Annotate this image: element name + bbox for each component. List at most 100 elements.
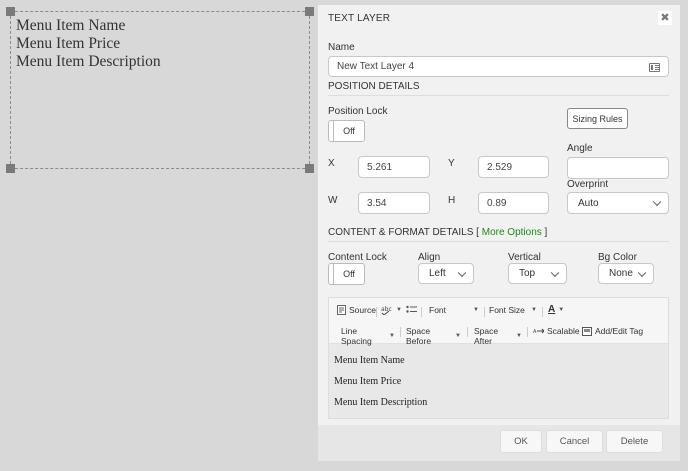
name-input[interactable]: New Text Layer 4 <box>328 56 669 77</box>
x-input[interactable]: 5.261 <box>358 156 430 178</box>
list-icon[interactable] <box>649 63 660 72</box>
w-input[interactable]: 3.54 <box>358 192 430 214</box>
align-value: Left <box>429 268 446 279</box>
content-section-title: CONTENT & FORMAT DETAILS [ <box>328 227 482 238</box>
vertical-value: Top <box>519 268 536 279</box>
chevron-down-icon <box>637 268 647 277</box>
angle-input[interactable] <box>567 157 669 179</box>
bgcolor-label: Bg Color <box>598 252 637 263</box>
space-before-select[interactable]: Space Before ▼ <box>406 326 461 346</box>
divider <box>328 241 669 242</box>
close-icon[interactable]: ✖ <box>658 11 672 25</box>
cancel-button[interactable]: Cancel <box>546 430 603 453</box>
divider <box>421 307 422 317</box>
add-edit-tag-label: Add/Edit Tag <box>595 326 644 336</box>
position-lock-toggle[interactable]: Off <box>328 120 365 142</box>
chevron-down-icon: ▼ <box>396 307 402 313</box>
tag-icon <box>582 326 592 336</box>
canvas-text-content: Menu Item Name Menu Item Price Menu Item… <box>16 17 161 71</box>
font-size-select[interactable]: Font Size ▼ <box>489 305 537 315</box>
scale-icon: A <box>533 328 544 335</box>
angle-label: Angle <box>567 143 593 154</box>
line-spacing-select[interactable]: Line Spacing ▼ <box>341 326 395 346</box>
chevron-down-icon: ▼ <box>558 306 565 313</box>
ok-button[interactable]: OK <box>500 430 542 453</box>
canvas-line-price: Menu Item Price <box>16 35 121 52</box>
spellcheck-icon: abc <box>381 306 392 315</box>
w-label: W <box>328 195 338 206</box>
scalable-label: Scalable <box>547 326 580 336</box>
chevron-down-icon: ▼ <box>455 333 461 339</box>
font-color-button[interactable]: A ▼ <box>548 304 564 315</box>
chevron-down-icon: ▼ <box>389 333 395 339</box>
scalable-button[interactable]: A Scalable <box>533 326 580 336</box>
name-label: Name <box>328 42 355 53</box>
resize-handle-top-left[interactable] <box>6 7 15 16</box>
text-layer-panel: TEXT LAYER ✖ Name New Text Layer 4 POSIT… <box>318 5 680 461</box>
space-after-label: Space After <box>474 326 499 346</box>
editor-line-price: Menu Item Price <box>334 376 402 387</box>
font-select[interactable]: Font ▼ <box>429 305 479 315</box>
delete-button[interactable]: Delete <box>606 430 663 453</box>
divider <box>400 327 401 337</box>
overprint-select[interactable]: Auto <box>567 192 669 214</box>
space-after-select[interactable]: Space After ▼ <box>474 326 522 346</box>
panel-footer: OK Cancel Delete <box>318 425 680 461</box>
svg-text:abc: abc <box>381 306 392 313</box>
divider <box>467 327 468 337</box>
editor-line-description: Menu Item Description <box>334 397 428 408</box>
h-label: H <box>448 195 456 206</box>
overprint-value: Auto <box>578 197 599 209</box>
vertical-select[interactable]: Top <box>508 263 567 284</box>
h-input[interactable]: 0.89 <box>478 192 549 214</box>
divider <box>542 307 543 317</box>
resize-handle-bottom-left[interactable] <box>6 164 15 173</box>
line-spacing-label: Line Spacing <box>341 326 372 346</box>
chevron-down-icon <box>652 197 662 207</box>
editor-toolbar: Source abc ▼ Font ▼ Font Size ▼ A ▼ Line… <box>329 298 668 346</box>
source-icon <box>337 305 346 315</box>
svg-text:A: A <box>533 329 537 335</box>
content-lock-toggle[interactable]: Off <box>328 263 365 285</box>
divider <box>527 327 528 337</box>
editor-line-name: Menu Item Name <box>334 355 405 366</box>
sizing-rules-button[interactable]: Sizing Rules <box>567 108 628 129</box>
vertical-label: Vertical <box>508 252 541 263</box>
chevron-down-icon: ▼ <box>516 333 522 339</box>
rich-text-editor: Source abc ▼ Font ▼ Font Size ▼ A ▼ Line… <box>328 297 669 419</box>
resize-handle-bottom-right[interactable] <box>305 164 314 173</box>
divider <box>376 307 377 317</box>
bgcolor-select[interactable]: None <box>598 263 654 284</box>
divider <box>328 95 669 96</box>
canvas-line-description: Menu Item Description <box>16 53 161 70</box>
content-lock-state: Off <box>343 269 355 279</box>
font-size-label: Font Size <box>489 305 525 315</box>
content-section-bracket: ] <box>541 227 548 238</box>
add-edit-tag-button[interactable]: Add/Edit Tag <box>582 326 643 336</box>
overprint-label: Overprint <box>567 179 609 190</box>
y-label: Y <box>448 158 455 169</box>
resize-handle-top-right[interactable] <box>305 7 314 16</box>
content-lock-label: Content Lock <box>328 252 387 263</box>
align-select[interactable]: Left <box>418 263 474 284</box>
divider <box>484 307 485 317</box>
position-lock-state: Off <box>343 126 355 136</box>
bulleted-list-icon <box>406 305 417 313</box>
panel-title: TEXT LAYER <box>328 13 391 24</box>
position-lock-label: Position Lock <box>328 106 388 117</box>
canvas-line-name: Menu Item Name <box>16 17 126 34</box>
spellcheck-button[interactable]: abc ▼ <box>381 305 402 315</box>
list-button[interactable] <box>406 305 417 314</box>
chevron-down-icon <box>457 268 467 277</box>
source-label: Source <box>349 305 376 315</box>
editor-content[interactable]: Menu Item Name Menu Item Price Menu Item… <box>334 350 427 413</box>
chevron-down-icon: ▼ <box>531 307 537 313</box>
y-input[interactable]: 2.529 <box>478 156 549 178</box>
chevron-down-icon: ▼ <box>473 307 479 313</box>
space-before-label: Space Before <box>406 326 432 346</box>
bgcolor-value: None <box>609 268 633 279</box>
source-button[interactable]: Source <box>337 305 376 315</box>
position-section-heading: POSITION DETAILS <box>328 81 420 92</box>
font-label: Font <box>429 305 447 315</box>
more-options-link[interactable]: More Options <box>482 227 542 238</box>
